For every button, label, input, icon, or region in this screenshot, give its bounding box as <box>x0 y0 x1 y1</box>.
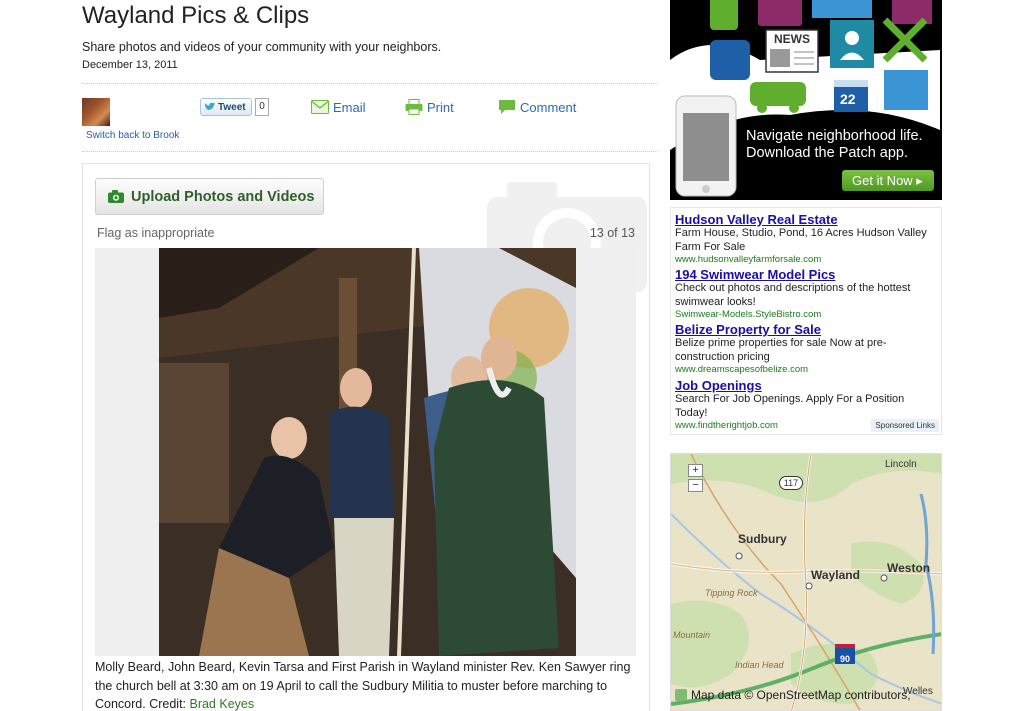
calendar-icon-label: 22 <box>840 91 856 107</box>
get-it-now-button[interactable]: Get it Now ▸ <box>842 170 934 191</box>
map-label-tipping-rock: Tipping Rock <box>705 588 758 598</box>
map-attribution: Map data © OpenStreetMap contributors, <box>675 688 911 702</box>
attribution-text[interactable]: Map data © OpenStreetMap contributors, <box>691 688 911 702</box>
tweet-label: Tweet <box>218 101 246 113</box>
switch-user-link[interactable]: Switch back to Brook <box>86 130 179 141</box>
ad-url[interactable]: www.hudsonvalleyfarmforsale.com <box>675 254 937 266</box>
patch-ad-line1: Navigate neighborhood life. <box>746 128 923 144</box>
camera-icon <box>108 190 124 203</box>
comment-button[interactable]: Comment <box>498 99 576 115</box>
divider <box>82 83 658 84</box>
upload-label: Upload Photos and Videos <box>131 188 315 205</box>
sponsored-ads: Hudson Valley Real Estate Farm House, St… <box>670 207 942 435</box>
ad-item[interactable]: Belize Property for Sale Belize prime pr… <box>675 322 937 376</box>
map-label-weston: Weston <box>887 561 931 575</box>
ad-title[interactable]: Job Openings <box>675 378 937 393</box>
zoom-in-icon[interactable]: + <box>688 464 703 477</box>
post-date: December 13, 2011 <box>82 59 178 71</box>
route-117-shield: 117 <box>779 476 803 490</box>
ad-title[interactable]: Hudson Valley Real Estate <box>675 212 937 227</box>
ad-description: Farm House, Studio, Pond, 16 Acres Hudso… <box>675 227 927 253</box>
photo-gallery: Upload Photos and Videos Flag as inappro… <box>82 163 650 711</box>
sponsored-links-label[interactable]: Sponsored Links <box>871 419 939 432</box>
ad-item[interactable]: Hudson Valley Real Estate Farm House, St… <box>675 212 937 266</box>
ad-item[interactable]: 194 Swimwear Model Pics Check out photos… <box>675 267 937 321</box>
upload-photos-button[interactable]: Upload Photos and Videos <box>95 178 324 215</box>
osm-logo-icon <box>675 689 687 701</box>
caption-text: Molly Beard, John Beard, Kevin Tarsa and… <box>95 660 631 711</box>
patch-app-ad[interactable]: NEWS 22 Navigate neighborhood life. Down… <box>670 0 942 200</box>
map-label-sudbury: Sudbury <box>738 532 787 546</box>
email-button[interactable]: Email <box>311 99 366 115</box>
avatar[interactable] <box>82 98 110 126</box>
photo-viewer[interactable] <box>95 248 636 656</box>
patch-ad-text: Navigate neighborhood life. Download the… <box>746 128 923 162</box>
map-widget[interactable]: + − 117 90 Lincoln Sudbury Wayland Westo… <box>670 453 942 711</box>
print-label: Print <box>427 99 454 115</box>
map-label-lincoln: Lincoln <box>885 459 917 470</box>
photo-image <box>159 248 576 656</box>
comment-label: Comment <box>520 99 577 115</box>
email-label: Email <box>333 99 366 115</box>
map-label-wayland: Wayland <box>811 568 860 582</box>
i90-shield: 90 <box>835 644 855 664</box>
photo-credit-link[interactable]: Brad Keyes <box>189 697 254 711</box>
ad-description: Belize prime properties for sale Now at … <box>675 337 887 363</box>
map-label-mountain: Mountain <box>673 630 711 640</box>
map-label-indian-head: Indian Head <box>735 660 784 670</box>
ad-description: Search For Job Openings. Apply For a Pos… <box>675 393 905 419</box>
print-icon <box>405 99 423 115</box>
tweet-bird-icon <box>204 102 216 110</box>
photo-counter: 13 of 13 <box>589 226 635 240</box>
ad-title[interactable]: Belize Property for Sale <box>675 322 937 337</box>
zoom-out-icon[interactable]: − <box>688 479 703 492</box>
page-title: Wayland Pics & Clips <box>82 2 310 29</box>
divider <box>82 151 658 152</box>
news-icon-label: NEWS <box>774 32 810 46</box>
ad-title[interactable]: 194 Swimwear Model Pics <box>675 267 937 282</box>
patch-ad-line2: Download the Patch app. <box>746 145 909 161</box>
tweet-button[interactable]: Tweet <box>200 98 252 116</box>
print-button[interactable]: Print <box>405 99 454 115</box>
page-subtitle: Share photos and videos of your communit… <box>82 40 442 54</box>
flag-inappropriate-link[interactable]: Flag as inappropriate <box>97 226 214 240</box>
email-icon <box>311 100 329 114</box>
ad-url[interactable]: www.dreamscapesofbelize.com <box>675 364 937 376</box>
ad-url[interactable]: Swimwear-Models.StyleBistro.com <box>675 309 937 321</box>
main-photo[interactable] <box>159 248 576 656</box>
photo-caption: Molly Beard, John Beard, Kevin Tarsa and… <box>95 658 640 711</box>
ad-description: Check out photos and descriptions of the… <box>675 282 911 308</box>
map-tiles <box>671 454 941 710</box>
tweet-count: 0 <box>255 98 269 116</box>
comment-icon <box>499 100 515 114</box>
